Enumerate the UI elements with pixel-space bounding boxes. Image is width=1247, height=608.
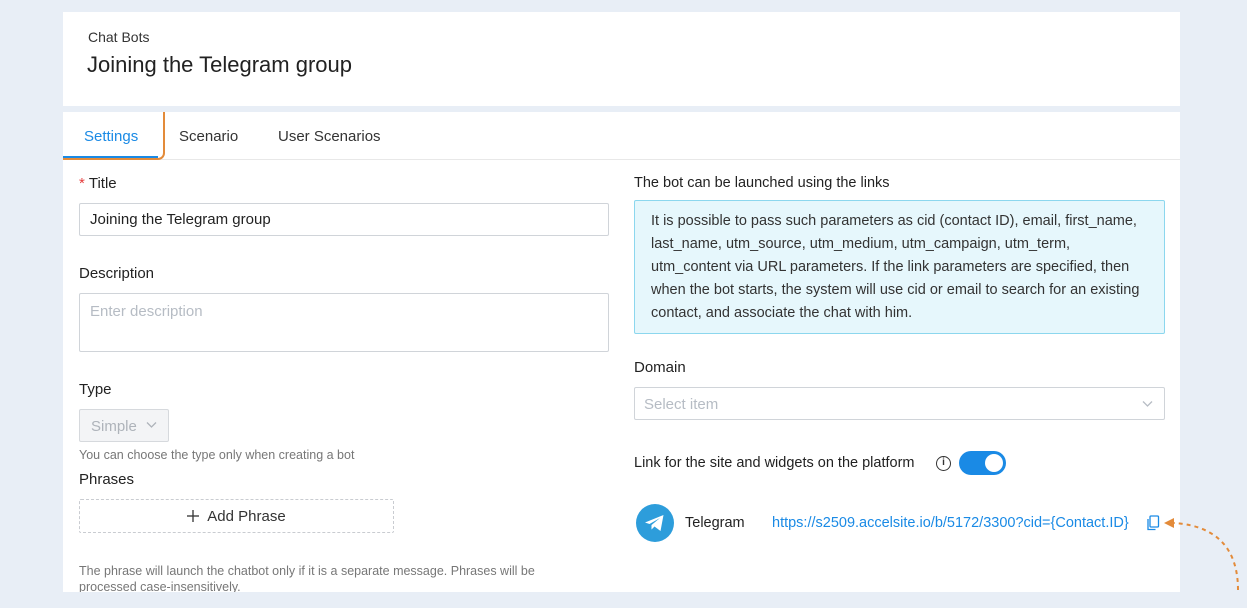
chevron-down-icon bbox=[1142, 401, 1153, 407]
type-value: Simple bbox=[91, 418, 137, 435]
domain-select[interactable]: Select item bbox=[634, 387, 1165, 420]
chevron-down-icon bbox=[146, 422, 157, 428]
description-placeholder: Enter description bbox=[90, 303, 203, 320]
telegram-logo-icon bbox=[636, 504, 674, 542]
add-phrase-button[interactable]: Add Phrase bbox=[79, 499, 394, 533]
page-title: Joining the Telegram group bbox=[87, 52, 352, 77]
domain-label: Domain bbox=[634, 359, 686, 376]
parameters-info-box: It is possible to pass such parameters a… bbox=[634, 200, 1165, 334]
platform-link-toggle[interactable] bbox=[959, 451, 1006, 475]
phrases-label: Phrases bbox=[79, 471, 135, 488]
required-asterisk: * bbox=[79, 175, 85, 192]
tab-user-scenarios[interactable]: User Scenarios bbox=[278, 128, 381, 145]
type-label: Type bbox=[79, 381, 112, 398]
header-card: Chat Bots Joining the Telegram group bbox=[63, 12, 1180, 106]
info-icon[interactable]: i bbox=[936, 456, 951, 471]
tab-bar: Settings Scenario User Scenarios bbox=[63, 112, 1180, 160]
title-label: * Title bbox=[79, 175, 117, 192]
title-input[interactable] bbox=[79, 203, 609, 236]
description-input[interactable]: Enter description bbox=[79, 293, 609, 352]
telegram-bot-link[interactable]: https://s2509.accelsite.io/b/5172/3300?c… bbox=[772, 515, 1129, 531]
breadcrumb[interactable]: Chat Bots bbox=[88, 29, 149, 45]
tab-scenario[interactable]: Scenario bbox=[179, 128, 238, 145]
main-card: Settings Scenario User Scenarios * Title … bbox=[63, 112, 1180, 592]
domain-placeholder: Select item bbox=[644, 396, 719, 413]
active-tab-underline bbox=[63, 156, 158, 158]
links-heading: The bot can be launched using the links bbox=[634, 175, 890, 191]
toggle-knob bbox=[985, 454, 1003, 472]
type-select: Simple bbox=[79, 409, 169, 442]
platform-link-label: Link for the site and widgets on the pla… bbox=[634, 455, 915, 471]
tab-settings[interactable]: Settings bbox=[84, 128, 138, 145]
phrase-hint: The phrase will launch the chatbot only … bbox=[79, 564, 535, 592]
add-phrase-label: Add Phrase bbox=[207, 507, 286, 525]
copy-icon[interactable] bbox=[1146, 515, 1160, 531]
plus-icon bbox=[187, 510, 200, 522]
type-hint: You can choose the type only when creati… bbox=[79, 448, 355, 462]
telegram-label: Telegram bbox=[685, 515, 745, 531]
annotation-arrow bbox=[1164, 518, 1239, 591]
description-label: Description bbox=[79, 265, 155, 282]
